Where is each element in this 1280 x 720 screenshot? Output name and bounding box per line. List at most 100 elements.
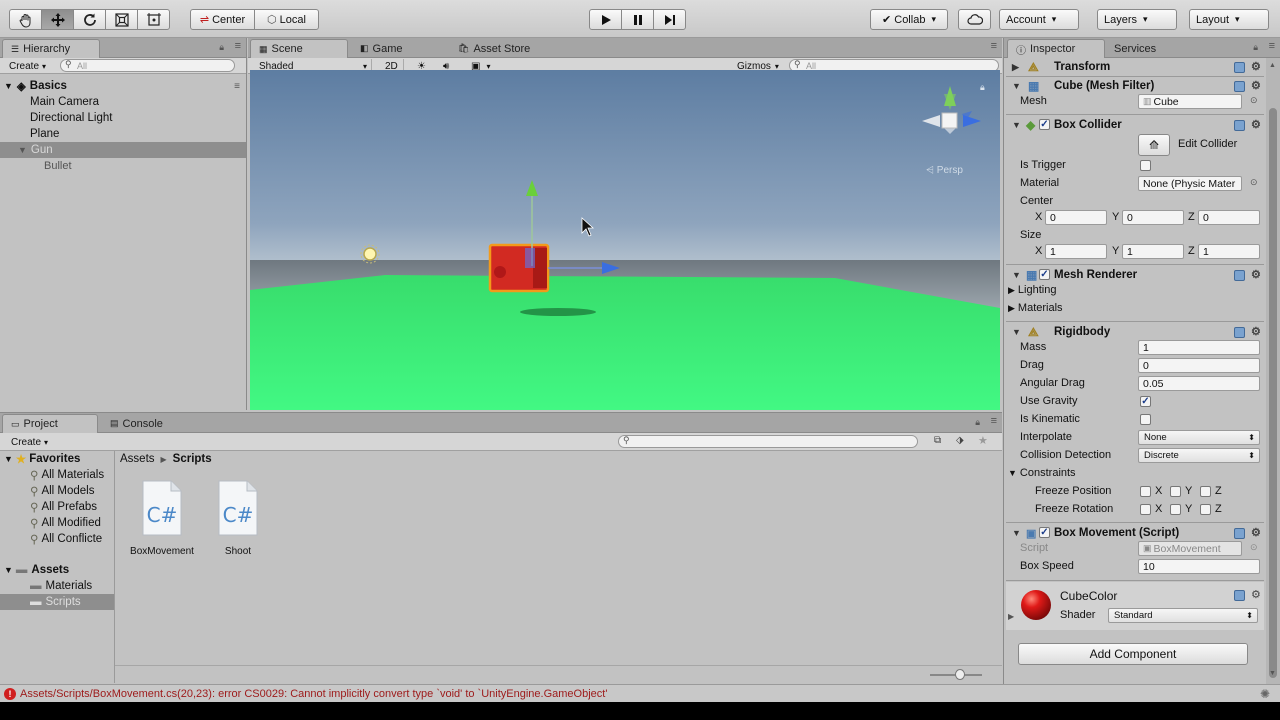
mesh-renderer-component-header[interactable]: ▼ ▦ ✓ Mesh Renderer ⚙ (1006, 266, 1264, 284)
rigidbody-component-header[interactable]: ▼ ⟁ Rigidbody ⚙ (1006, 323, 1264, 341)
tab-asset-store[interactable]: 🛍︎ Asset Store (450, 39, 538, 58)
help-book-icon[interactable] (1234, 119, 1245, 131)
component-menu-icons[interactable]: ⚙ (1234, 60, 1264, 74)
hierarchy-item-main-camera[interactable]: Main Camera (0, 94, 246, 110)
account-dropdown[interactable]: Account (999, 9, 1079, 30)
gear-icon[interactable]: ⚙ (1251, 589, 1261, 601)
add-component-button[interactable]: Add Component (1018, 643, 1248, 665)
gear-icon[interactable]: ⚙ (1251, 61, 1261, 73)
component-menu-icons[interactable]: ⚙ (1234, 325, 1264, 339)
favorite-all-materials[interactable]: ⚲ All Materials (0, 467, 114, 483)
size-y-field[interactable]: 1 (1122, 244, 1184, 259)
freeze-rotation-z-checkbox[interactable] (1200, 504, 1211, 515)
gun-cube[interactable] (488, 243, 550, 293)
help-book-icon[interactable] (1234, 326, 1245, 338)
hierarchy-item-plane[interactable]: Plane (0, 126, 246, 142)
center-z-field[interactable]: 0 (1198, 210, 1260, 225)
transform-component-header[interactable]: ▶ ⟁ Transform ⚙ (1006, 58, 1264, 76)
gizmo-lock-icon[interactable]: 🔒︎ (980, 82, 985, 93)
help-book-icon[interactable] (1234, 589, 1245, 601)
collider-material-field[interactable]: None (Physic Mater (1138, 176, 1242, 191)
gear-icon[interactable]: ⚙ (1251, 269, 1261, 281)
mesh-filter-component-header[interactable]: ▼ ▦ Cube (Mesh Filter) ⚙ (1006, 77, 1264, 95)
scene-viewport[interactable]: ⩤ Persp 🔒︎ (250, 70, 1000, 410)
lock-icon[interactable]: 🔒︎ (975, 417, 980, 428)
collision-detection-dropdown[interactable]: Discrete (1138, 448, 1260, 463)
icon-size-slider-thumb[interactable] (955, 669, 965, 680)
angular-drag-field[interactable]: 0.05 (1138, 376, 1260, 391)
assets-root-row[interactable]: ▼ ▬ Assets (0, 562, 114, 578)
orientation-gizmo[interactable] (922, 86, 981, 134)
hierarchy-create-button[interactable]: Create ▾ (4, 59, 51, 73)
component-menu-icons[interactable]: ⚙ (1234, 79, 1264, 93)
gear-icon[interactable]: ⚙ (1251, 326, 1261, 338)
scroll-down-icon[interactable]: ▼ (1269, 670, 1276, 677)
use-gravity-checkbox[interactable]: ✓ (1140, 396, 1151, 407)
scroll-up-icon[interactable]: ▲ (1269, 62, 1276, 69)
favorites-row[interactable]: ▼ ★ Favorites (0, 451, 114, 467)
lighting-foldout[interactable]: ▶ Lighting (1008, 284, 1056, 296)
step-button[interactable] (653, 9, 686, 30)
gear-icon[interactable]: ⚙ (1251, 119, 1261, 131)
rect-tool-button[interactable] (137, 9, 170, 30)
edit-collider-button[interactable]: ⟰ (1138, 134, 1170, 156)
component-menu-icons[interactable]: ⚙ (1234, 268, 1264, 282)
freeze-position-z-checkbox[interactable] (1200, 486, 1211, 497)
mesh-field[interactable]: ▥ Cube (1138, 94, 1242, 109)
help-book-icon[interactable] (1234, 527, 1245, 539)
box-collider-component-header[interactable]: ▼ ◆ ✓ Box Collider ⚙ (1006, 116, 1264, 134)
help-book-icon[interactable] (1234, 61, 1245, 73)
panel-menu-icon[interactable]: ≡ (235, 40, 241, 52)
component-menu-icons[interactable]: ⚙ (1234, 118, 1264, 132)
search-by-label-icon[interactable]: ⬗ (956, 435, 964, 446)
scale-tool-button[interactable] (105, 9, 138, 30)
tab-scene[interactable]: ▦ Scene (250, 39, 348, 58)
folder-scripts[interactable]: ▬ Scripts (0, 594, 114, 610)
favorite-star-icon[interactable]: ★ (978, 434, 988, 447)
breadcrumb-scripts[interactable]: Scripts (173, 453, 212, 465)
center-y-field[interactable]: 0 (1122, 210, 1184, 225)
box-collider-enabled-checkbox[interactable]: ✓ (1039, 119, 1050, 130)
breadcrumb-assets[interactable]: Assets (120, 453, 155, 465)
center-x-field[interactable]: 0 (1045, 210, 1107, 225)
hierarchy-item-bullet[interactable]: Bullet (0, 158, 246, 174)
tab-hierarchy[interactable]: ☰ Hierarchy (2, 39, 100, 58)
favorite-all-prefabs[interactable]: ⚲ All Prefabs (0, 499, 114, 515)
mass-field[interactable]: 1 (1138, 340, 1260, 355)
constraints-foldout[interactable]: ▼ Constraints (1008, 467, 1076, 479)
tab-services[interactable]: Services (1106, 39, 1164, 58)
object-picker-icon[interactable]: ⊙ (1250, 95, 1258, 106)
material-section[interactable]: ▶ CubeColor Shader Standard ⚙ (1006, 582, 1264, 630)
hierarchy-item-directional-light[interactable]: Directional Light (0, 110, 246, 126)
scene-menu-icon[interactable]: ≡ (234, 81, 240, 92)
project-create-button[interactable]: Create ▾ (6, 435, 53, 449)
rotate-tool-button[interactable] (73, 9, 106, 30)
mesh-renderer-enabled-checkbox[interactable]: ✓ (1039, 269, 1050, 280)
help-book-icon[interactable] (1234, 80, 1245, 92)
box-movement-enabled-checkbox[interactable]: ✓ (1039, 527, 1050, 538)
is-trigger-checkbox[interactable] (1140, 160, 1151, 171)
tab-inspector[interactable]: ⓘ Inspector (1007, 39, 1105, 58)
component-menu-icons[interactable]: ⚙ (1234, 588, 1264, 602)
hierarchy-item-gun[interactable]: ▼ Gun (0, 142, 246, 158)
pivot-center-toggle[interactable]: ⇌ Center (190, 9, 255, 30)
interpolate-dropdown[interactable]: None (1138, 430, 1260, 445)
inspector-scrollbar-thumb[interactable] (1269, 108, 1277, 678)
component-menu-icons[interactable]: ⚙ (1234, 526, 1264, 540)
file-shoot[interactable]: C# Shoot (202, 479, 274, 559)
lock-icon[interactable]: 🔒︎ (219, 42, 224, 53)
move-tool-button[interactable] (41, 9, 74, 30)
search-by-type-icon[interactable]: ⧉ (934, 435, 941, 446)
freeze-position-x-checkbox[interactable] (1140, 486, 1151, 497)
size-z-field[interactable]: 1 (1198, 244, 1260, 259)
file-boxmovement[interactable]: C# BoxMovement (126, 479, 198, 559)
layout-dropdown[interactable]: Layout (1189, 9, 1269, 30)
size-x-field[interactable]: 1 (1045, 244, 1107, 259)
materials-foldout[interactable]: ▶ Materials (1008, 302, 1063, 314)
inspector-scrollbar[interactable]: ▲ ▼ (1266, 58, 1280, 684)
folder-materials[interactable]: ▬ Materials (0, 578, 114, 594)
favorite-all-models[interactable]: ⚲ All Models (0, 483, 114, 499)
drag-field[interactable]: 0 (1138, 358, 1260, 373)
project-search-input[interactable]: ⚲ (618, 435, 918, 448)
help-book-icon[interactable] (1234, 269, 1245, 281)
